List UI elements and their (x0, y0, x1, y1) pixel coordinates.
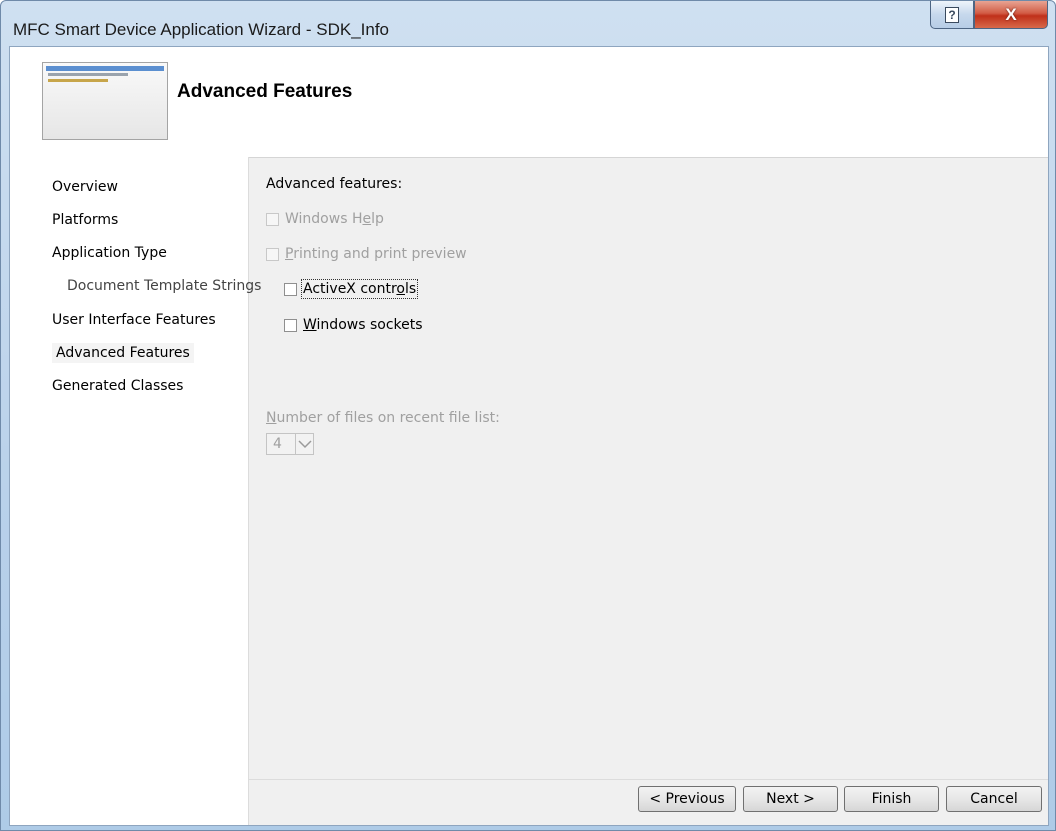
windows-sockets-label: Windows sockets (303, 317, 423, 333)
page-title: Advanced Features (177, 81, 353, 102)
advanced-features-label: Advanced features: (266, 176, 403, 192)
nav-item-document-template-strings[interactable]: Document Template Strings (67, 278, 261, 294)
wizard-client-area: Advanced Features Overview Platforms App… (9, 46, 1049, 826)
nav-item-platforms[interactable]: Platforms (52, 212, 118, 228)
next-button[interactable]: Next > (743, 786, 838, 812)
previous-button[interactable]: < Previous (638, 786, 736, 812)
windows-help-label: Windows Help (285, 211, 384, 227)
printing-preview-label: Printing and print preview (285, 246, 467, 262)
checkbox-box[interactable] (266, 212, 279, 226)
windows-sockets-checkbox[interactable]: Windows sockets (284, 317, 423, 333)
help-button[interactable]: ? (930, 1, 974, 29)
checkbox-box[interactable] (284, 282, 297, 296)
wizard-nav: Overview Platforms Application Type Docu… (10, 157, 261, 825)
windows-help-checkbox[interactable]: Windows Help (266, 211, 384, 227)
app-window-preview-icon (42, 62, 168, 140)
recent-files-value: 4 (273, 436, 282, 452)
nav-item-user-interface-features[interactable]: User Interface Features (52, 312, 216, 328)
nav-item-advanced-features[interactable]: Advanced Features (52, 343, 194, 363)
help-icon: ? (945, 6, 959, 23)
recent-files-label: Number of files on recent file list: (266, 410, 500, 426)
printing-preview-checkbox[interactable]: Printing and print preview (266, 246, 467, 262)
finish-button[interactable]: Finish (844, 786, 939, 812)
nav-item-application-type[interactable]: Application Type (52, 245, 167, 261)
close-icon: X (1005, 4, 1017, 24)
activex-controls-label: ActiveX controls (300, 279, 419, 299)
activex-controls-checkbox[interactable]: ActiveX controls (284, 279, 419, 299)
nav-item-generated-classes[interactable]: Generated Classes (52, 378, 183, 394)
wizard-window: MFC Smart Device Application Wizard - SD… (0, 0, 1056, 831)
recent-files-dropdown[interactable]: 4 (266, 433, 314, 455)
chevron-down-icon[interactable] (295, 434, 313, 454)
wizard-header: Advanced Features (10, 47, 1048, 158)
close-button[interactable]: X (974, 1, 1048, 29)
wizard-page: Advanced features: Windows Help Printing… (248, 157, 1048, 825)
checkbox-box[interactable] (284, 318, 297, 332)
footer-divider (248, 779, 1048, 780)
nav-item-overview[interactable]: Overview (52, 179, 118, 195)
window-title: MFC Smart Device Application Wizard - SD… (13, 20, 390, 39)
cancel-button[interactable]: Cancel (946, 786, 1042, 812)
checkbox-box[interactable] (266, 247, 279, 261)
